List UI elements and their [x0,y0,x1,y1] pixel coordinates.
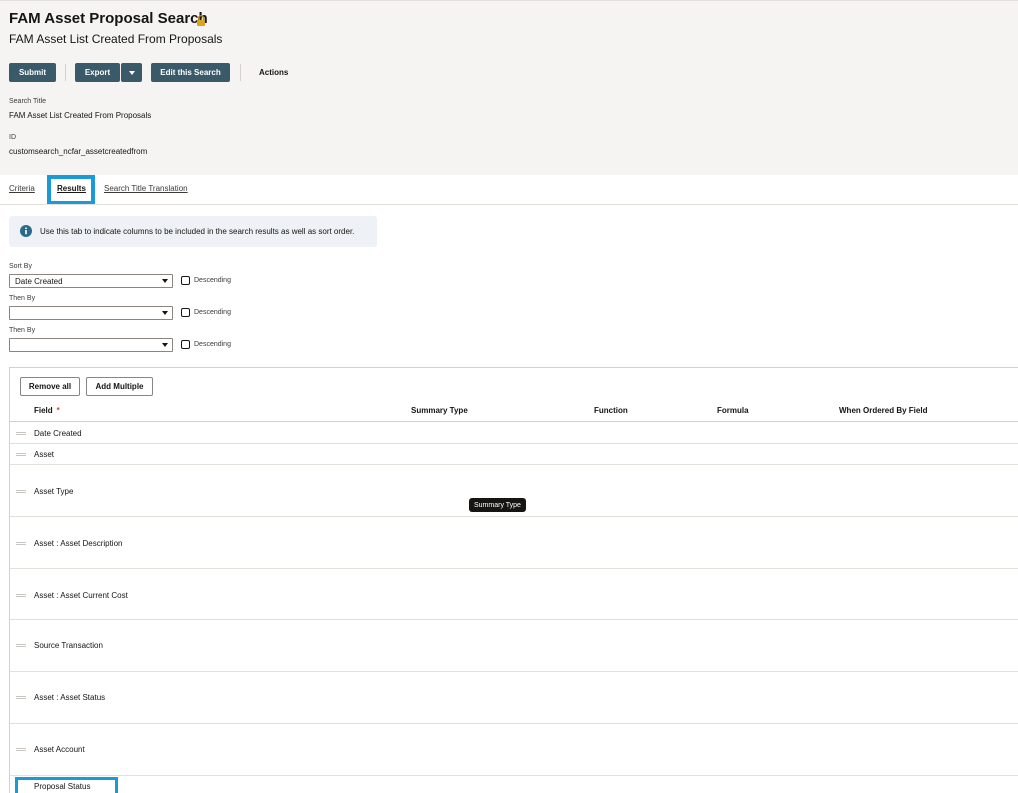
sort-by-value: Date Created [15,277,63,286]
row-divider [10,619,1018,620]
add-multiple-button[interactable]: Add Multiple [86,377,153,396]
drag-handle-icon[interactable] [16,490,26,493]
chevron-down-icon [162,343,168,347]
tab-divider [0,204,1018,205]
summary-type-tooltip: Summary Type [469,498,526,512]
table-row-field[interactable]: Asset Type [34,487,73,496]
required-marker: * [56,406,60,415]
tab-results[interactable]: Results [57,184,86,193]
row-divider [10,568,1018,569]
row-divider [10,516,1018,517]
then-by-select-2[interactable] [9,338,173,352]
info-message: Use this tab to indicate columns to be i… [9,216,377,247]
drag-handle-icon[interactable] [16,594,26,597]
sort-by-label: Sort By [9,263,32,270]
drag-handle-icon[interactable] [16,696,26,699]
id-value: customsearch_ncfar_assetcreatedfrom [9,147,148,156]
column-header-summary-type: Summary Type [411,406,468,415]
column-header-field: Field * [34,406,60,415]
descending-label: Descending [194,309,231,316]
actions-menu[interactable]: Actions [259,68,288,77]
table-row-field[interactable]: Proposal Status [34,782,90,791]
row-divider [10,671,1018,672]
drag-handle-icon[interactable] [16,644,26,647]
toolbar-divider [65,64,66,81]
table-row-field[interactable]: Asset : Asset Description [34,539,122,548]
page-subtitle: FAM Asset List Created From Proposals [9,32,223,46]
row-divider [10,464,1018,465]
table-row-field[interactable]: Asset Account [34,745,85,754]
table-row-field[interactable]: Asset : Asset Current Cost [34,591,128,600]
page-title: FAM Asset Proposal Search [9,10,208,27]
search-title-label: Search Title [9,98,46,105]
toolbar-divider [240,64,241,81]
tab-search-title-translation[interactable]: Search Title Translation [104,184,188,193]
search-title-value: FAM Asset List Created From Proposals [9,111,152,120]
table-row-field[interactable]: Date Created [34,429,82,438]
drag-handle-icon[interactable] [16,432,26,435]
sort-by-select[interactable]: Date Created [9,274,173,288]
row-divider [10,443,1018,444]
sort-by-descending-checkbox[interactable] [181,276,190,285]
info-icon [20,225,32,237]
export-button[interactable]: Export [75,63,120,82]
chevron-down-icon [162,279,168,283]
id-label: ID [9,134,16,141]
descending-label: Descending [194,277,231,284]
tab-criteria[interactable]: Criteria [9,184,35,193]
lock-icon [197,15,205,26]
export-menu-button[interactable] [121,63,142,82]
drag-handle-icon[interactable] [16,542,26,545]
table-row-field[interactable]: Asset [34,450,54,459]
descending-label: Descending [194,341,231,348]
drag-handle-icon[interactable] [16,748,26,751]
column-header-formula: Formula [717,406,749,415]
submit-button[interactable]: Submit [9,63,56,82]
search-meta [0,95,1018,175]
then-by-label: Then By [9,327,36,334]
results-columns-panel [9,367,1018,793]
then-by-label: Then By [9,295,36,302]
then-by-descending-checkbox-1[interactable] [181,308,190,317]
table-row-field[interactable]: Source Transaction [34,641,103,650]
column-header-field-label: Field [34,406,53,415]
edit-search-button[interactable]: Edit this Search [151,63,230,82]
chevron-down-icon [162,311,168,315]
then-by-descending-checkbox-2[interactable] [181,340,190,349]
remove-all-button[interactable]: Remove all [20,377,80,396]
drag-handle-icon[interactable] [16,453,26,456]
info-text: Use this tab to indicate columns to be i… [40,227,355,236]
row-divider [10,723,1018,724]
table-row-field[interactable]: Asset : Asset Status [34,693,105,702]
table-header-divider [10,421,1018,422]
row-divider [10,775,1018,776]
then-by-select-1[interactable] [9,306,173,320]
column-header-when-ordered-by-field: When Ordered By Field [839,406,928,415]
column-header-function: Function [594,406,628,415]
chevron-down-icon [128,70,135,75]
